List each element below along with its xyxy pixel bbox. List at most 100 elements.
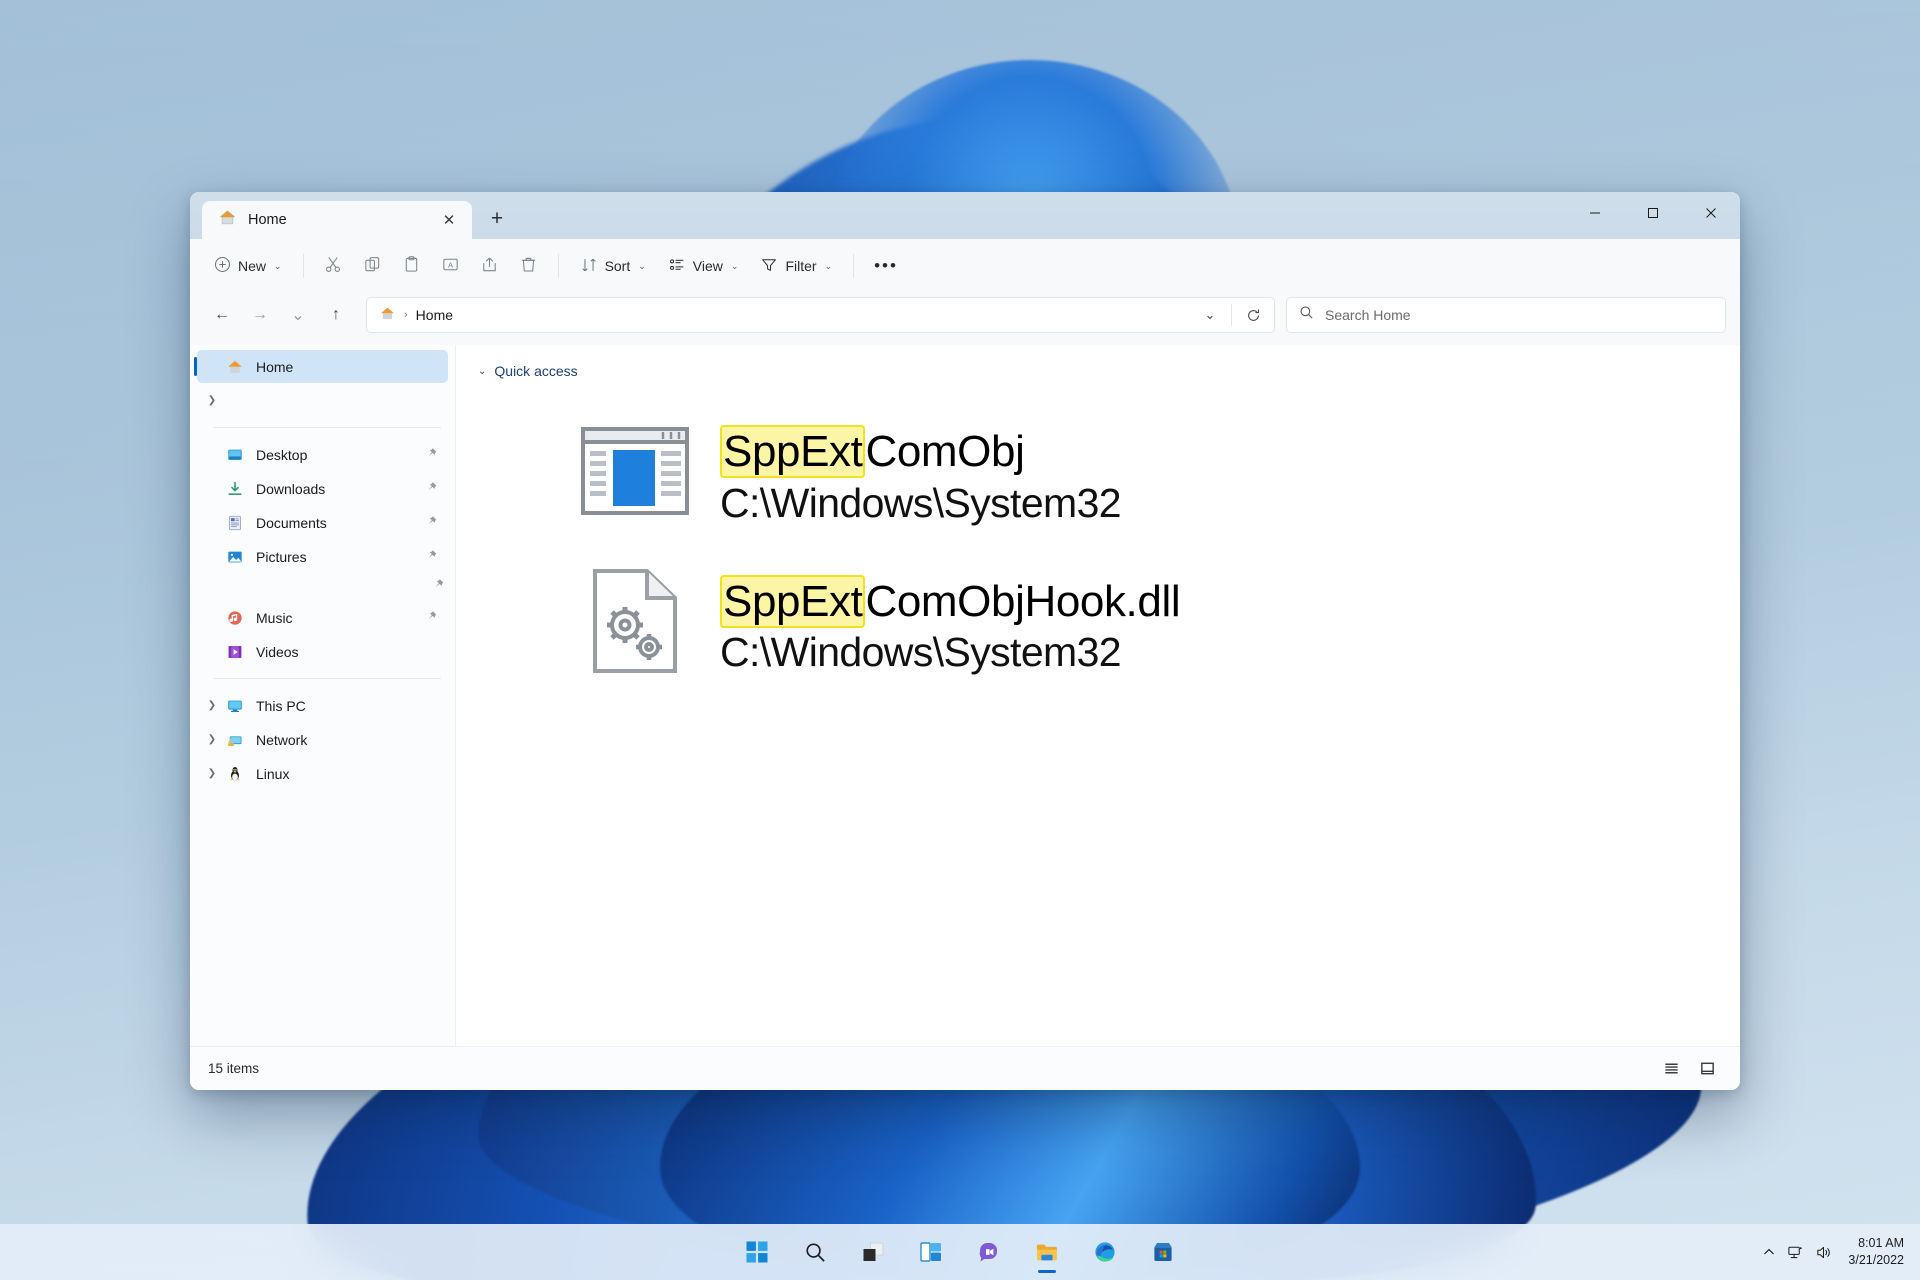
pin-icon[interactable] [425,481,438,497]
store-button[interactable] [1141,1230,1185,1274]
edge-button[interactable] [1083,1230,1127,1274]
tab-home[interactable]: Home ✕ [202,201,472,239]
search-box[interactable]: Search Home [1286,297,1726,333]
documents-icon [223,513,247,533]
chevron-down-icon: ⌄ [730,260,739,271]
sidebar-item-documents[interactable]: Documents [197,506,448,539]
search-input[interactable]: Search Home [1325,307,1411,323]
sort-button-label: Sort [604,258,631,274]
pin-icon[interactable] [432,578,445,594]
sidebar-item-desktop[interactable]: Desktop [197,438,448,471]
file-explorer-window: Home ✕ + New ⌄ A Sort ⌄ View ⌄ Filter ⌄ … [190,192,1740,1090]
file-list: SppExtComObj C:\Windows\System32 SppExtC… [478,423,1740,676]
start-button[interactable] [735,1230,779,1274]
file-path: C:\Windows\System32 [720,479,1122,526]
desktop-icon [223,445,247,465]
address-dropdown-icon[interactable]: ⌄ [1195,300,1225,330]
trash-icon [519,255,538,277]
system-tray: 8:01 AM 3/21/2022 [1762,1224,1920,1280]
view-button[interactable]: View ⌄ [658,248,749,284]
quick-access-header[interactable]: ⌄ Quick access [478,363,1740,379]
chevron-right-icon[interactable]: ❯ [201,734,223,745]
pin-icon[interactable] [425,549,438,565]
address-bar[interactable]: › Home ⌄ [366,297,1275,333]
file-explorer-button[interactable] [1025,1230,1069,1274]
file-list-item[interactable]: SppExtComObj C:\Windows\System32 [478,423,1740,527]
sidebar-item-home[interactable]: Home [194,350,448,383]
share-button[interactable] [471,248,508,284]
cut-button[interactable] [315,248,352,284]
chat-button[interactable] [967,1230,1011,1274]
large-icons-view-button[interactable] [1692,1056,1722,1082]
music-icon [223,608,247,628]
maximize-button[interactable] [1624,192,1682,233]
sidebar-item-label: This PC [256,697,306,714]
file-list-item[interactable]: SppExtComObjHook.dll C:\Windows\System32 [478,568,1740,677]
svg-text:A: A [448,261,454,270]
file-name-rest: ComObj [865,427,1025,476]
chevron-right-icon[interactable]: ❯ [201,700,223,711]
clock-time: 8:01 AM [1858,1236,1904,1251]
paste-button[interactable] [393,248,430,284]
new-tab-button[interactable]: + [478,200,516,238]
status-bar: 15 items [190,1046,1740,1090]
chevron-right-icon[interactable]: ❯ [201,395,223,406]
pin-icon[interactable] [425,515,438,531]
taskbar-buttons [735,1230,1185,1274]
sidebar-item-music[interactable]: Music [197,601,448,634]
search-button[interactable] [793,1230,837,1274]
sidebar-item-pictures[interactable]: Pictures [197,540,448,573]
back-button[interactable]: ← [204,298,240,332]
breadcrumb-separator: › [404,309,408,321]
new-button[interactable]: New ⌄ [204,248,292,284]
sort-button[interactable]: Sort ⌄ [570,248,656,284]
sidebar-item-label: Pictures [256,548,307,565]
minimize-button[interactable] [1566,192,1624,233]
address-bar-row: ← → ⌄ ↑ › Home ⌄ Search Home [190,293,1740,345]
network-icon[interactable] [1787,1244,1804,1261]
delete-button[interactable] [510,248,547,284]
refresh-icon[interactable] [1238,300,1268,330]
sidebar-item-videos[interactable]: Videos [197,635,448,668]
forward-button[interactable]: → [242,298,278,332]
view-toggle-group [1656,1056,1722,1082]
sidebar-item-blank[interactable]: ❯ [197,384,448,417]
search-term-highlight: SppExt [720,574,866,628]
breadcrumb-current[interactable]: Home [416,307,453,323]
widgets-button[interactable] [909,1230,953,1274]
scissors-icon [324,255,343,277]
copy-button[interactable] [354,248,391,284]
home-icon [218,208,237,232]
sidebar-item-downloads[interactable]: Downloads [197,472,448,505]
up-button[interactable]: ↑ [318,298,354,332]
sidebar-item-label: Documents [256,514,327,531]
chevron-down-icon[interactable]: ⌄ [478,366,486,377]
clock[interactable]: 8:01 AM 3/21/2022 [1848,1235,1904,1269]
task-view-button[interactable] [851,1230,895,1274]
tab-close-icon[interactable]: ✕ [436,207,462,233]
more-options-button[interactable]: ••• [865,248,907,284]
file-name-rest: ComObjHook.dll [865,576,1181,626]
toolbar-divider [302,254,304,278]
clock-date: 3/21/2022 [1848,1253,1904,1267]
sidebar-item-linux[interactable]: ❯ Linux [197,757,448,790]
pin-icon[interactable] [425,610,438,626]
dll-file-icon [576,568,694,673]
sidebar-item-this-pc[interactable]: ❯ This PC [197,689,448,722]
details-view-button[interactable] [1656,1056,1686,1082]
pin-icon[interactable] [425,447,438,463]
close-button[interactable] [1682,192,1740,233]
window-controls [1566,192,1740,233]
chevron-up-icon[interactable] [1762,1245,1776,1259]
rename-button[interactable]: A [432,248,469,284]
videos-icon [223,642,247,662]
breadcrumb[interactable]: › Home [379,305,453,325]
chevron-right-icon[interactable]: ❯ [201,768,223,779]
file-name: SppExtComObjHook.dll [720,574,1181,628]
recent-locations-button[interactable]: ⌄ [280,298,316,332]
file-text-block: SppExtComObjHook.dll C:\Windows\System32 [720,573,1181,677]
file-name: SppExtComObj [720,425,1121,478]
sidebar-item-network[interactable]: ❯ Network [197,723,448,756]
filter-button[interactable]: Filter ⌄ [750,248,842,284]
volume-icon[interactable] [1815,1244,1832,1261]
